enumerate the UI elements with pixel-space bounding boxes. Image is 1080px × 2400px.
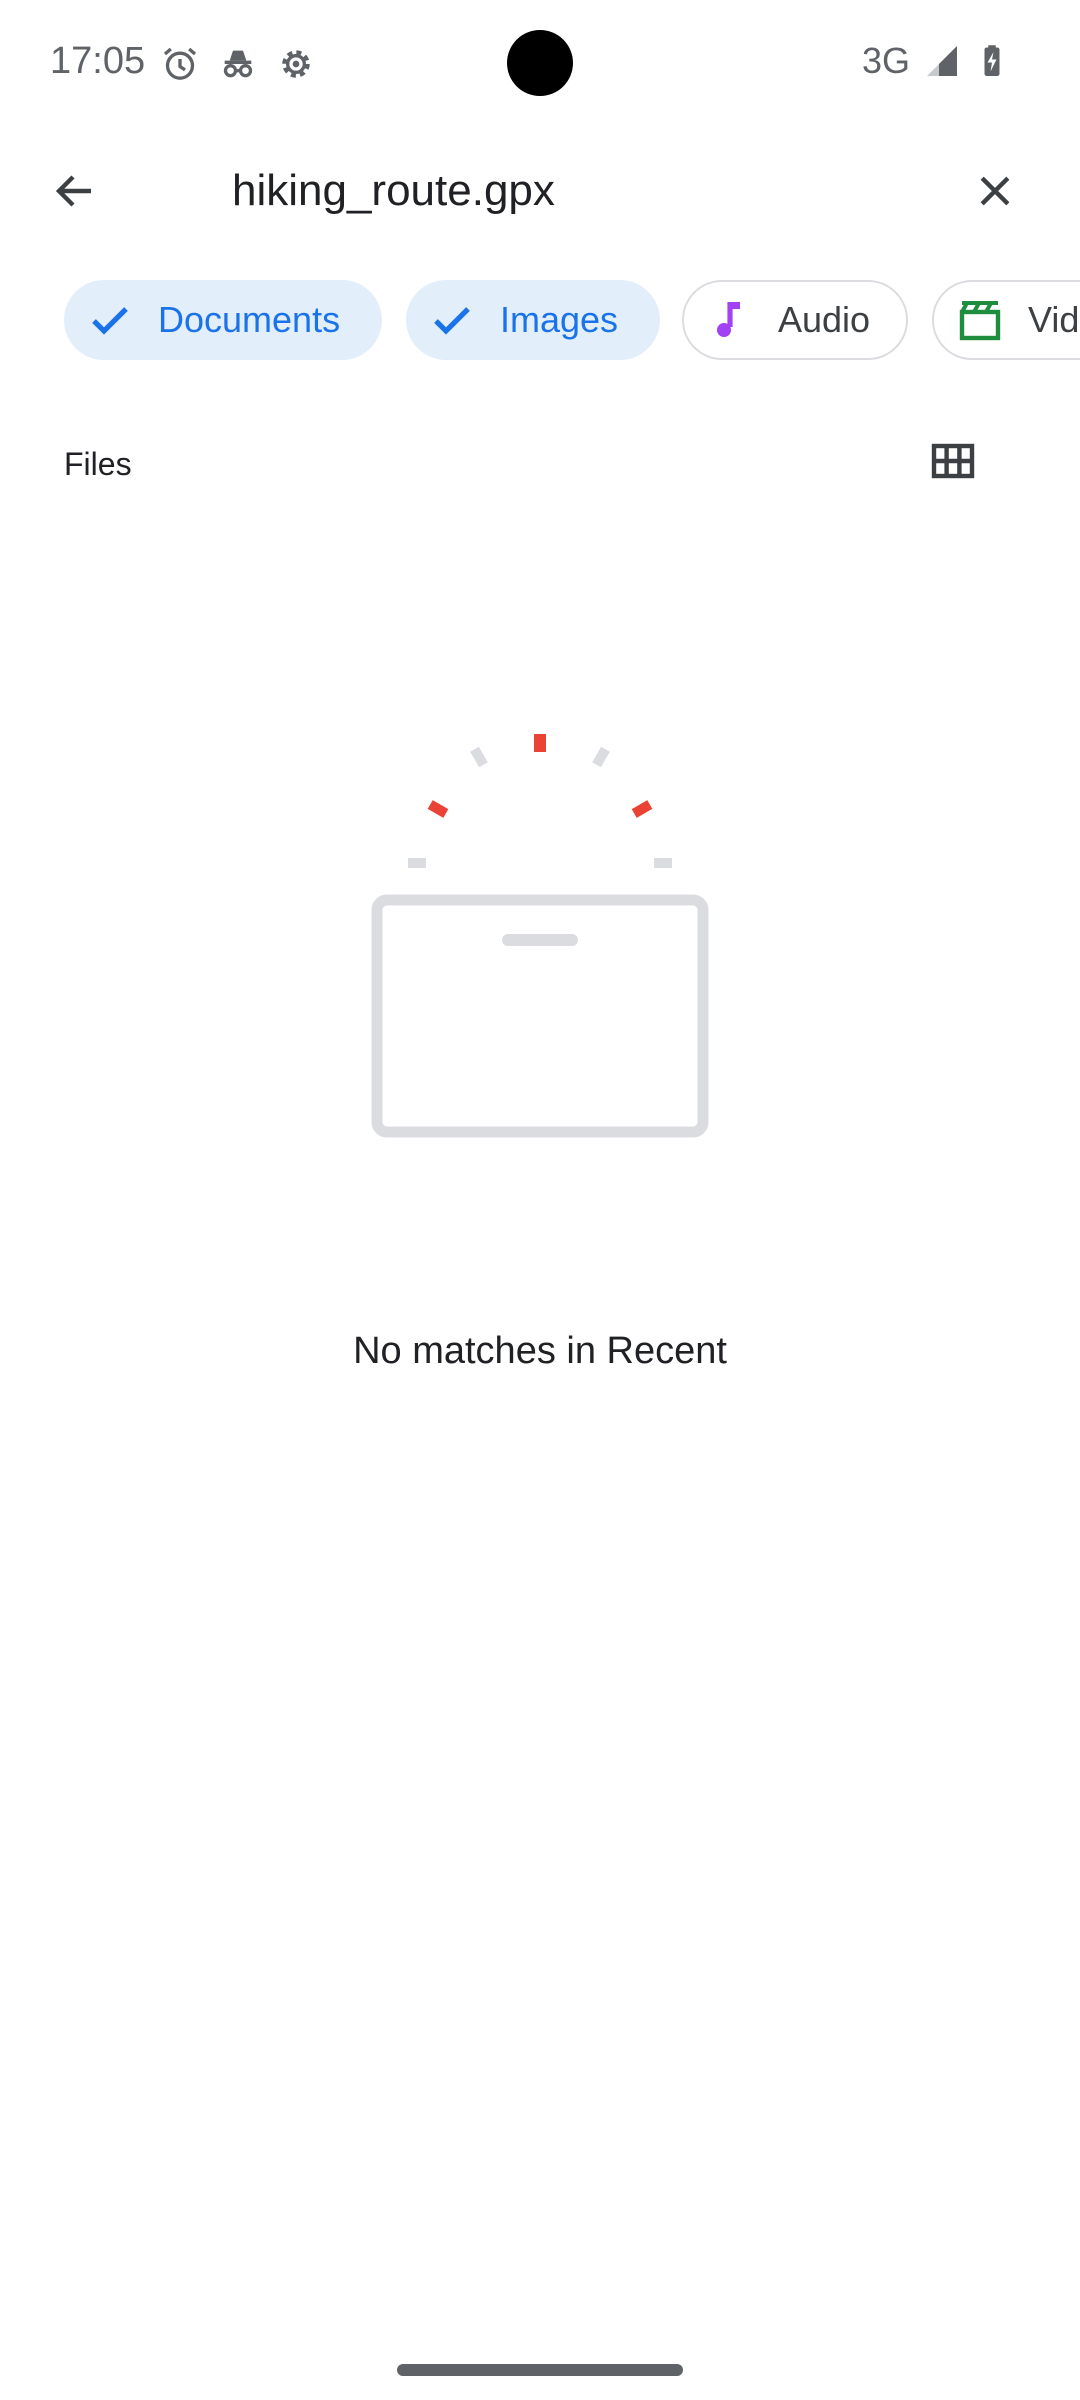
search-toolbar: [0, 128, 1080, 254]
movie-clapper-icon: [959, 301, 1001, 341]
view-toggle-button[interactable]: [890, 398, 1016, 524]
clear-search-button[interactable]: [950, 146, 1040, 236]
incognito-icon: [223, 50, 253, 78]
check-icon: [92, 307, 128, 335]
chip-audio[interactable]: Audio: [682, 280, 908, 360]
chip-images[interactable]: Images: [406, 280, 660, 360]
arrow-back-icon: [55, 175, 91, 207]
check-icon: [434, 307, 470, 335]
chip-documents-label: Documents: [158, 299, 341, 340]
network-type-label: 3G: [861, 40, 910, 81]
chip-images-label: Images: [500, 299, 619, 340]
gesture-nav-handle[interactable]: [397, 2364, 683, 2376]
cell-signal-icon: [927, 46, 957, 76]
empty-box-illustration: [371, 734, 709, 1138]
empty-state-message: No matches in Recent: [353, 1330, 727, 1372]
close-icon: [980, 176, 1010, 206]
status-time: 17:05: [50, 40, 146, 82]
chip-videos[interactable]: Vid: [932, 280, 1080, 360]
search-input[interactable]: [210, 142, 930, 240]
camera-cutout: [507, 30, 573, 96]
alarm-icon: [163, 47, 197, 80]
filter-chips-row: Documents Images Audio Vid: [0, 254, 1080, 384]
grid-view-icon: [931, 443, 975, 479]
chip-audio-label: Audio: [778, 299, 871, 340]
files-section-header: Files: [0, 384, 1080, 540]
back-button[interactable]: [30, 146, 120, 236]
status-icons-right: 3G: [862, 40, 1010, 82]
music-note-icon: [717, 302, 740, 337]
chip-documents[interactable]: Documents: [64, 280, 382, 360]
status-icons-left: [160, 44, 316, 84]
battery-charging-icon: [984, 45, 1000, 76]
settings-gear-icon: [282, 50, 310, 78]
status-bar: 17:05 3G: [0, 0, 1080, 128]
files-section-title: Files: [64, 446, 132, 482]
chip-videos-label: Vid: [1028, 299, 1080, 340]
